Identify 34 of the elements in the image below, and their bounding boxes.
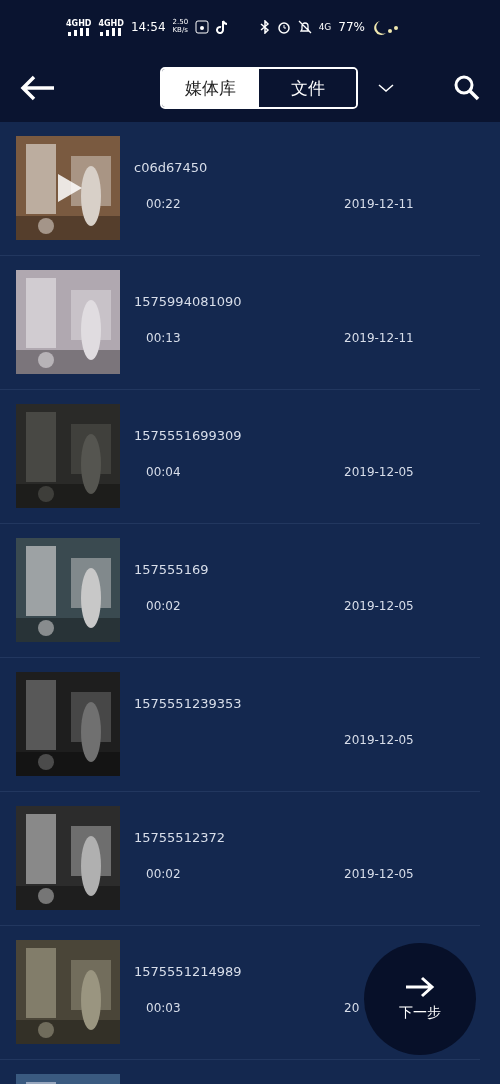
tab[interactable]: 媒体库 [162,69,259,107]
duration: 00:04 [146,465,181,479]
search-icon[interactable] [454,75,480,101]
date: 2019-12-05 [344,733,414,747]
chevron-down-icon[interactable] [378,83,394,93]
clock-time: 14:54 [130,20,166,34]
muted-bell-icon [297,20,312,34]
alarm-icon [276,20,291,34]
duration: 00:02 [146,867,181,881]
date: 20 [344,1001,360,1015]
duration: 00:03 [146,1001,181,1015]
next-step-button[interactable]: 下一步 [364,943,476,1055]
back-arrow-icon[interactable] [20,75,56,101]
file-name: 1575551699309 [134,428,243,443]
date: 2019-12-11 [344,197,414,211]
date: 2019-12-05 [344,599,414,613]
duration: 00:22 [146,197,181,211]
bluetooth-icon [259,20,270,34]
file-name: c06d67450 [134,160,209,175]
battery-level: 77% [338,20,365,34]
moon-icon [372,19,400,35]
music-note-icon [216,20,229,34]
date: 2019-12-05 [344,465,414,479]
file-name: 15755512372 [134,830,226,845]
network-type: 4G [318,22,332,32]
file-name: 1575551239353 [134,696,243,711]
duration: 00:02 [146,599,181,613]
file-name: 157555169 [134,562,210,577]
file-name: 1575551214989 [134,964,243,979]
right-arrow-icon [405,976,435,998]
date: 2019-12-11 [344,331,414,345]
date: 2019-12-05 [344,867,414,881]
file-name: 1575994081090 [134,294,243,309]
duration: 00:13 [146,331,181,345]
